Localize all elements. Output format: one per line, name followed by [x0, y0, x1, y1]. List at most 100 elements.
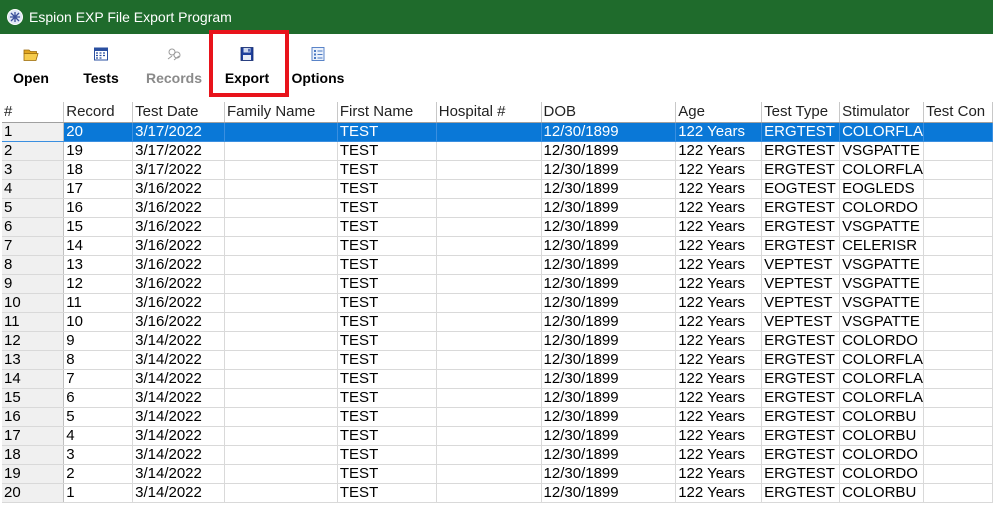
row-number[interactable]: 13	[2, 350, 65, 370]
records-label: Records	[145, 70, 203, 86]
column-header[interactable]: Record	[63, 102, 134, 123]
tests-button[interactable]: Tests	[78, 42, 124, 90]
column-header[interactable]: Age	[675, 102, 763, 123]
row-number[interactable]: 16	[2, 407, 65, 427]
table-row[interactable]: 3 18 3/17/2022 TEST 12/30/1899 122 Years ERGTE…	[2, 160, 993, 180]
column-header[interactable]: #	[2, 102, 65, 123]
table-cell	[436, 141, 542, 161]
toolbar: Open Tests Records Export Options	[0, 34, 993, 96]
table-cell: ERGTEST	[761, 160, 841, 180]
table-row[interactable]: 1 20 3/17/2022 TEST 12/30/1899 122 Years ERGTE…	[2, 122, 993, 142]
row-number[interactable]: 19	[2, 464, 65, 484]
table-cell: 12/30/1899	[541, 483, 677, 503]
table-row[interactable]: 16 5 3/14/2022 TEST 12/30/1899 122 Years ERGTE…	[2, 407, 993, 427]
row-number[interactable]: 6	[2, 217, 65, 237]
column-header[interactable]: Family Name	[224, 102, 338, 123]
tests-label: Tests	[83, 70, 119, 86]
espion-app-icon[interactable]	[7, 9, 23, 25]
table-cell: 16	[63, 198, 134, 218]
table-cell: EOGTEST	[761, 179, 841, 199]
row-number[interactable]: 15	[2, 388, 65, 408]
options-button[interactable]: Options	[290, 42, 346, 90]
row-number[interactable]: 10	[2, 293, 65, 313]
table-cell: CELERISR	[839, 236, 924, 256]
column-header[interactable]: Hospital #	[436, 102, 542, 123]
table-cell	[224, 179, 338, 199]
table-cell	[224, 350, 338, 370]
table-cell: 3/16/2022	[132, 236, 226, 256]
table-cell	[436, 350, 542, 370]
table-row[interactable]: 15 6 3/14/2022 TEST 12/30/1899 122 Years ERGTE…	[2, 388, 993, 408]
table-row[interactable]: 8 13 3/16/2022 TEST 12/30/1899 122 Years VEPTE…	[2, 255, 993, 275]
row-number[interactable]: 4	[2, 179, 65, 199]
table-row[interactable]: 20 1 3/14/2022 TEST 12/30/1899 122 Years ERGTE…	[2, 483, 993, 503]
row-number[interactable]: 20	[2, 483, 65, 503]
table-row[interactable]: 12 9 3/14/2022 TEST 12/30/1899 122 Years ERGTE…	[2, 331, 993, 351]
table-cell: ERGTEST	[761, 141, 841, 161]
table-cell: TEST	[337, 426, 437, 446]
table-cell	[224, 274, 338, 294]
open-button[interactable]: Open	[9, 42, 53, 90]
table-cell: 12/30/1899	[541, 122, 677, 142]
table-cell: TEST	[337, 369, 437, 389]
table-cell: ERGTEST	[761, 236, 841, 256]
table-cell: 122 Years	[675, 369, 763, 389]
table-cell: TEST	[337, 236, 437, 256]
table-cell: TEST	[337, 160, 437, 180]
table-cell: 3/16/2022	[132, 274, 226, 294]
table-cell: TEST	[337, 388, 437, 408]
row-number[interactable]: 2	[2, 141, 65, 161]
table-row[interactable]: 14 7 3/14/2022 TEST 12/30/1899 122 Years ERGTE…	[2, 369, 993, 389]
records-button[interactable]: Records	[142, 42, 206, 90]
table-row[interactable]: 11 10 3/16/2022 TEST 12/30/1899 122 Years VEPT…	[2, 312, 993, 332]
row-number[interactable]: 5	[2, 198, 65, 218]
row-number[interactable]: 1	[2, 122, 65, 142]
row-number[interactable]: 14	[2, 369, 65, 389]
row-number[interactable]: 9	[2, 274, 65, 294]
window-title: Espion EXP File Export Program	[29, 9, 232, 25]
table-row[interactable]: 17 4 3/14/2022 TEST 12/30/1899 122 Years ERGTE…	[2, 426, 993, 446]
table-cell: COLORBU	[839, 407, 924, 427]
row-number[interactable]: 8	[2, 255, 65, 275]
export-button[interactable]: Export	[222, 42, 272, 90]
table-cell: VSGPATTE	[839, 312, 924, 332]
table-cell: 3/14/2022	[132, 407, 226, 427]
table-cell: EOGLEDS	[839, 179, 924, 199]
table-row[interactable]: 10 11 3/16/2022 TEST 12/30/1899 122 Years VEPT…	[2, 293, 993, 313]
table-row[interactable]: 5 16 3/16/2022 TEST 12/30/1899 122 Years ERGTE…	[2, 198, 993, 218]
row-number[interactable]: 18	[2, 445, 65, 465]
column-header[interactable]: DOB	[541, 102, 677, 123]
column-header[interactable]: Stimulator	[839, 102, 924, 123]
table-cell	[923, 388, 993, 408]
column-header[interactable]: Test Type	[761, 102, 841, 123]
table-cell: 3/14/2022	[132, 350, 226, 370]
table-row[interactable]: 6 15 3/16/2022 TEST 12/30/1899 122 Years ERGTE…	[2, 217, 993, 237]
column-header[interactable]: Test Date	[132, 102, 226, 123]
table-cell: COLORFLA	[839, 350, 924, 370]
table-row[interactable]: 2 19 3/17/2022 TEST 12/30/1899 122 Years ERGTE…	[2, 141, 993, 161]
table-cell: COLORDO	[839, 464, 924, 484]
table-row[interactable]: 9 12 3/16/2022 TEST 12/30/1899 122 Years VEPTE…	[2, 274, 993, 294]
row-number[interactable]: 17	[2, 426, 65, 446]
table-row[interactable]: 4 17 3/16/2022 TEST 12/30/1899 122 Years EOGTE…	[2, 179, 993, 199]
table-cell: VEPTEST	[761, 293, 841, 313]
table-cell	[224, 236, 338, 256]
calendar-icon	[94, 47, 108, 61]
row-number[interactable]: 11	[2, 312, 65, 332]
table-cell	[923, 331, 993, 351]
table-row[interactable]: 19 2 3/14/2022 TEST 12/30/1899 122 Years ERGTE…	[2, 464, 993, 484]
table-row[interactable]: 7 14 3/16/2022 TEST 12/30/1899 122 Years ERGTE…	[2, 236, 993, 256]
table-cell: TEST	[337, 445, 437, 465]
table-cell: TEST	[337, 217, 437, 237]
row-number[interactable]: 12	[2, 331, 65, 351]
table-cell: 9	[63, 331, 134, 351]
records-table: # Record Test Date Family Name First Name Hos…	[2, 102, 993, 503]
records-grid[interactable]: # Record Test Date Family Name First Name Hos…	[2, 102, 993, 512]
row-number[interactable]: 7	[2, 236, 65, 256]
table-row[interactable]: 13 8 3/14/2022 TEST 12/30/1899 122 Years ERGTE…	[2, 350, 993, 370]
table-row[interactable]: 18 3 3/14/2022 TEST 12/30/1899 122 Years ERGTE…	[2, 445, 993, 465]
column-header[interactable]: Test Con	[923, 102, 993, 123]
row-number[interactable]: 3	[2, 160, 65, 180]
table-cell: 122 Years	[675, 274, 763, 294]
column-header[interactable]: First Name	[337, 102, 437, 123]
